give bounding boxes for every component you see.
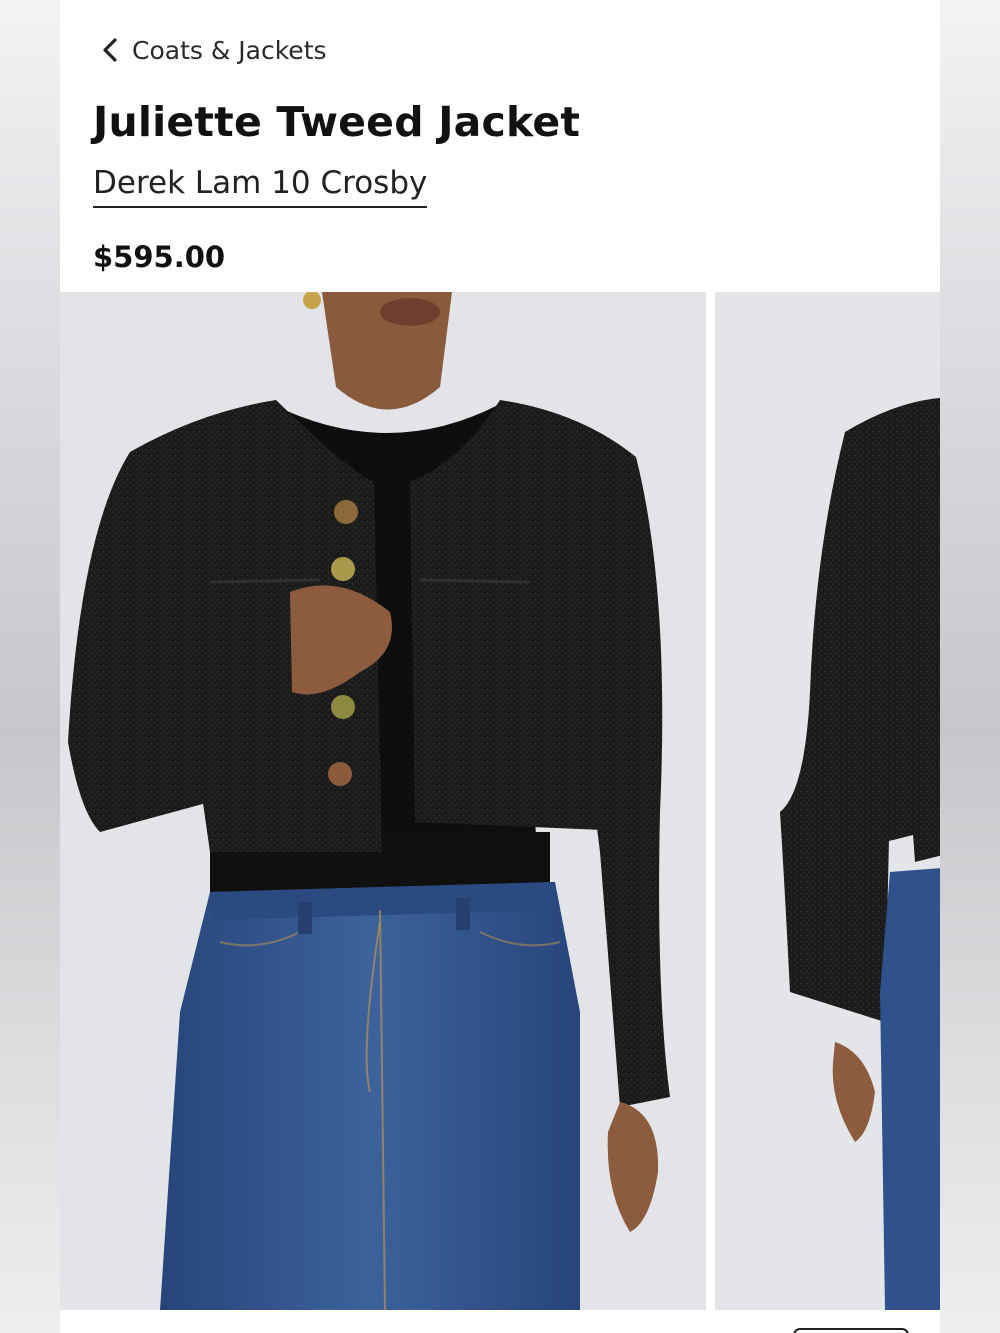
- product-image-side[interactable]: [715, 292, 940, 1310]
- breadcrumb-label[interactable]: Coats & Jackets: [132, 36, 327, 65]
- gallery-indicator: [793, 1328, 909, 1333]
- product-price: $595.00: [93, 240, 226, 274]
- image-gallery[interactable]: [60, 292, 940, 1310]
- breadcrumb[interactable]: Coats & Jackets: [102, 30, 327, 70]
- brand-link[interactable]: Derek Lam 10 Crosby: [93, 164, 428, 208]
- product-title: Juliette Tweed Jacket: [93, 98, 581, 146]
- chevron-left-icon[interactable]: [102, 37, 118, 63]
- product-page: Coats & Jackets Juliette Tweed Jacket De…: [60, 0, 940, 1333]
- product-image-front[interactable]: [60, 292, 706, 1310]
